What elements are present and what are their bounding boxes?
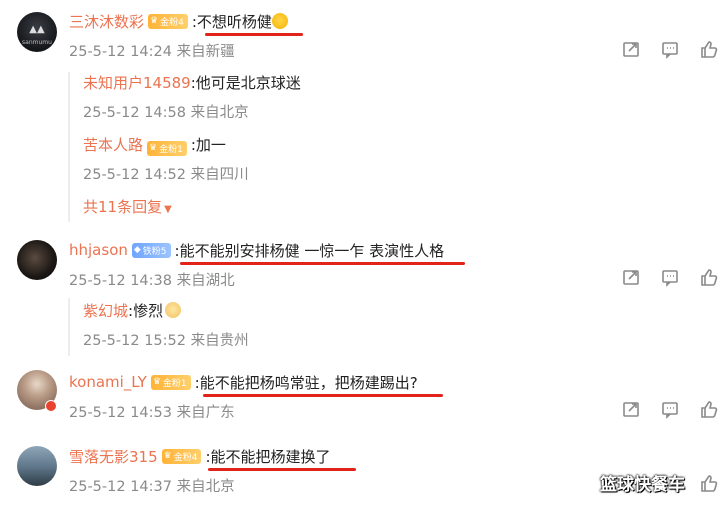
comment-meta: 25-5-12 14:53 来自广东 — [69, 405, 235, 421]
username[interactable]: 雪落无影315 — [69, 446, 158, 467]
fan-badge-label: 铁粉5 — [142, 246, 167, 257]
fan-icon: ♛ — [149, 143, 158, 153]
reply-meta: 25-5-12 14:58 来自北京 — [83, 105, 249, 121]
like-icon[interactable] — [698, 38, 720, 60]
reply-username[interactable]: 苦本人路 — [83, 136, 143, 154]
fan-badge: ♛ 金粉1 — [150, 374, 191, 390]
reply-text: :加一 — [190, 136, 226, 154]
comment-text: :能不能把杨建换了 — [205, 447, 331, 466]
diamond-icon: ◆ — [133, 245, 141, 255]
reply-line: 未知用户14589:他可是北京球迷 — [83, 72, 301, 93]
reply-item: 苦本人路 ♛ 金粉1:加一 25-5-12 14:52 来自四川 — [83, 134, 249, 183]
annotation-underline — [205, 33, 303, 36]
reply-item: 未知用户14589:他可是北京球迷 25-5-12 14:58 来自北京 — [83, 72, 301, 121]
annotation-underline — [208, 468, 356, 471]
avatar[interactable] — [17, 240, 57, 280]
comment-icon[interactable] — [659, 398, 681, 420]
fan-icon: ♛ — [150, 16, 159, 26]
fan-icon: ♛ — [152, 377, 161, 387]
fan-icon: ♛ — [163, 451, 172, 461]
avatar[interactable]: ▲▲ sanmumu — [17, 12, 57, 52]
comment-actions — [620, 266, 720, 288]
fan-badge: ♛ 金粉4 — [148, 13, 188, 29]
more-replies-label: 共11条回复 — [83, 198, 163, 216]
reply-text: :他可是北京球迷 — [190, 74, 301, 92]
comment-header: hhjason ◆ 铁粉5 :能不能别安排杨健 一惊一乍 表演性人格 — [69, 239, 444, 261]
comment-text: :能不能把杨鸣常驻，把杨建踢出? — [194, 373, 418, 392]
comment-meta: 25-5-12 14:24 来自新疆 — [69, 44, 235, 60]
reply-line: 紫幻城:惨烈 — [83, 300, 182, 321]
fan-badge-label: 金粉1 — [162, 378, 187, 389]
reply-username[interactable]: 未知用户14589 — [83, 74, 191, 92]
caret-down-icon: ▼ — [164, 204, 172, 215]
reply-thread: 未知用户14589:他可是北京球迷 25-5-12 14:58 来自北京 苦本人… — [68, 72, 630, 222]
like-icon[interactable] — [698, 266, 720, 288]
comment-icon[interactable] — [659, 38, 681, 60]
reply-meta: 25-5-12 14:52 来自四川 — [83, 167, 249, 183]
reply-username[interactable]: 紫幻城 — [83, 302, 128, 320]
fan-badge: ◆ 铁粉5 — [131, 242, 171, 258]
avatar-logo-text: sanmumu — [22, 39, 52, 46]
username[interactable]: 三沐沐数彩 — [69, 11, 144, 32]
comment-meta: 25-5-12 14:38 来自湖北 — [69, 273, 235, 289]
comment-header: konami_LY ♛ 金粉1 :能不能把杨鸣常驻，把杨建踢出? — [69, 371, 418, 393]
fan-badge-label: 金粉1 — [159, 144, 183, 155]
like-icon[interactable] — [698, 398, 720, 420]
logo-icon: ▲▲ — [29, 24, 45, 35]
comment-text: :能不能别安排杨健 一惊一乍 表演性人格 — [174, 241, 445, 260]
like-icon[interactable] — [698, 472, 720, 494]
annotation-underline — [180, 262, 465, 265]
comment-header: 雪落无影315 ♛ 金粉4 :能不能把杨建换了 — [69, 445, 331, 467]
comment-actions — [620, 398, 720, 420]
reply-text: :惨烈 — [128, 302, 164, 320]
fan-badge-label: 金粉4 — [173, 452, 198, 463]
comment-actions — [620, 38, 720, 60]
more-replies-link[interactable]: 共11条回复 ▼ — [83, 196, 172, 217]
comment-text: :不想听杨健 — [192, 11, 288, 32]
comment-meta: 25-5-12 14:37 来自北京 — [69, 479, 235, 495]
avatar[interactable] — [17, 446, 57, 486]
verified-badge-icon — [45, 400, 57, 412]
watermark: 篮球快餐车 — [600, 475, 685, 495]
fan-badge: ♛ 金粉4 — [161, 448, 202, 464]
annotation-underline — [203, 394, 443, 397]
reply-meta: 25-5-12 15:52 来自贵州 — [83, 333, 249, 349]
fan-badge-label: 金粉4 — [160, 17, 184, 28]
laughing-emoji-icon — [271, 12, 288, 29]
share-icon[interactable] — [620, 398, 642, 420]
reply-thread: 紫幻城:惨烈 25-5-12 15:52 来自贵州 — [68, 298, 630, 356]
comment-header: 三沐沐数彩 ♛ 金粉4 :不想听杨健 — [69, 10, 288, 32]
share-icon[interactable] — [620, 38, 642, 60]
reply-line: 苦本人路 ♛ 金粉1:加一 — [83, 134, 226, 156]
share-icon[interactable] — [620, 266, 642, 288]
comment-icon[interactable] — [659, 266, 681, 288]
cat-emoji-icon — [165, 302, 182, 318]
username[interactable]: hhjason — [69, 241, 128, 259]
reply-item: 紫幻城:惨烈 25-5-12 15:52 来自贵州 — [83, 300, 249, 349]
fan-badge: ♛ 金粉1 — [147, 140, 187, 156]
comment-text-content: :不想听杨健 — [191, 12, 272, 31]
username[interactable]: konami_LY — [69, 373, 147, 391]
